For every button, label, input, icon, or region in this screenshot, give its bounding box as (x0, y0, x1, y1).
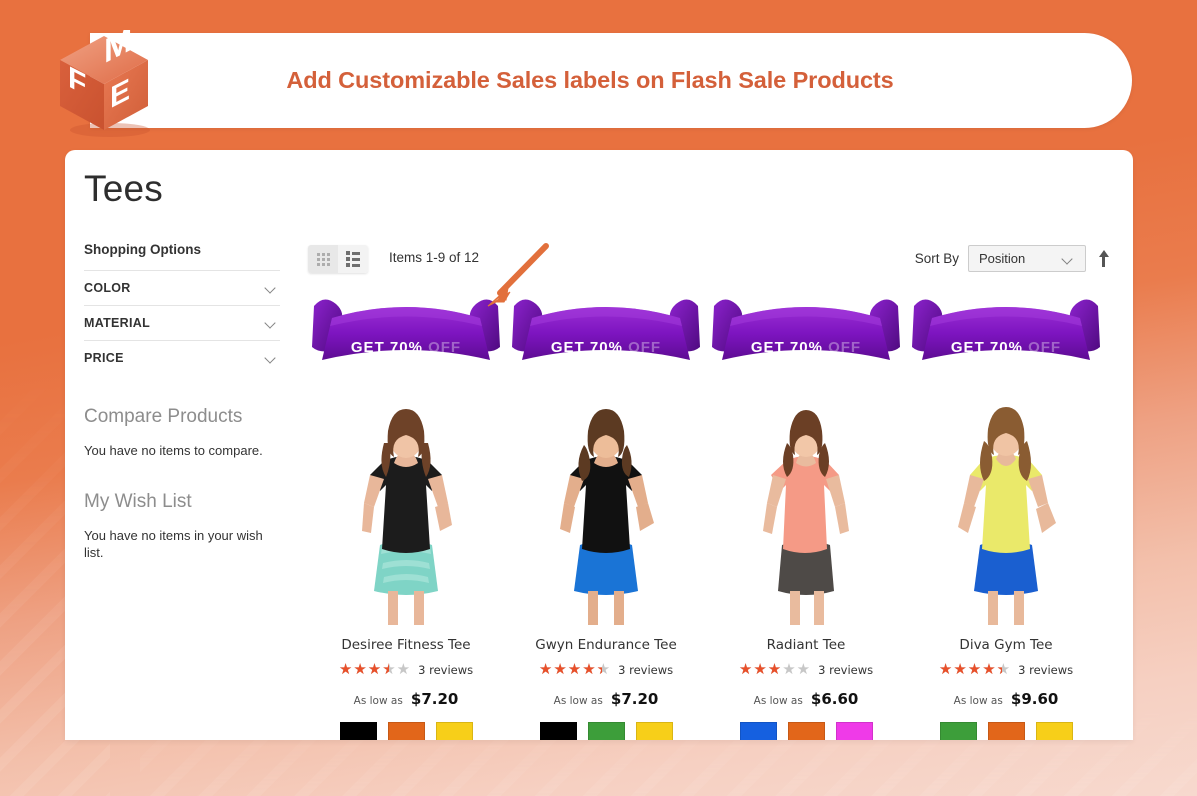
product-image[interactable] (908, 395, 1104, 625)
star-rating-icon: ★★★★★ ★★★★★ (738, 661, 812, 678)
star-rating-icon: ★★★★★ ★★★★★ (938, 661, 1012, 678)
filter-color-label: COLOR (84, 281, 131, 295)
product-rating[interactable]: ★★★★★ ★★★★★ 3 reviews (508, 662, 704, 677)
catalog-toolbar: Items 1-9 of 12 Sort By Position (308, 245, 1113, 279)
star-rating-fill: ★★★★★ (338, 662, 390, 677)
list-icon (346, 251, 360, 267)
wishlist-empty-text: You have no items in your wish list. (84, 527, 263, 561)
color-swatches (708, 722, 904, 740)
filter-price-label: PRICE (84, 351, 124, 365)
color-swatches (508, 722, 704, 740)
filter-material-label: MATERIAL (84, 316, 151, 330)
product-price-row: As low as $9.60 (908, 689, 1104, 708)
product-image[interactable] (508, 395, 704, 625)
product-card[interactable]: Desiree Fitness Tee ★★★★★ ★★★★★ 3 review… (308, 395, 504, 740)
product-card[interactable]: Radiant Tee ★★★★★ ★★★★★ 3 reviews As low… (708, 395, 904, 740)
review-count[interactable]: 3 reviews (618, 663, 673, 677)
page-title: Tees (84, 168, 163, 209)
product-price: $7.20 (610, 690, 659, 708)
sale-label-4: GET 70% OFF (908, 290, 1104, 376)
filter-color[interactable]: COLOR (84, 270, 280, 305)
star-rating-icon: ★★★★★ ★★★★★ (538, 661, 612, 678)
color-swatch[interactable] (635, 722, 673, 740)
items-count: Items 1-9 of 12 (389, 250, 480, 265)
shopping-options-heading: Shopping Options (84, 242, 201, 257)
screenshot-root: Add Customizable Sales labels on Flash S… (0, 0, 1197, 796)
color-swatches (308, 722, 504, 740)
sort-direction-button[interactable] (1095, 248, 1113, 270)
star-rating-fill: ★★★★★ (938, 662, 1003, 677)
chevron-down-icon (265, 284, 278, 292)
filter-price[interactable]: PRICE (84, 340, 280, 375)
as-low-as-label: As low as (753, 695, 803, 707)
wishlist-heading: My Wish List (84, 490, 192, 512)
product-price-row: As low as $7.20 (308, 689, 504, 708)
star-rating-icon: ★★★★★ ★★★★★ (338, 661, 412, 678)
review-count[interactable]: 3 reviews (1018, 663, 1073, 677)
svg-text:GET 70% OFF: GET 70% OFF (751, 339, 861, 356)
product-rating[interactable]: ★★★★★ ★★★★★ 3 reviews (708, 662, 904, 677)
color-swatch[interactable] (1035, 722, 1073, 740)
star-rating-fill: ★★★★★ (538, 662, 603, 677)
catalog-panel: Tees Shopping Options COLOR MATERIAL PRI… (65, 150, 1133, 740)
as-low-as-label: As low as (553, 695, 603, 707)
as-low-as-label: As low as (953, 695, 1003, 707)
product-grid: Desiree Fitness Tee ★★★★★ ★★★★★ 3 review… (308, 395, 1113, 740)
product-card[interactable]: Diva Gym Tee ★★★★★ ★★★★★ 3 reviews As lo… (908, 395, 1104, 740)
fme-logo: F M E (52, 18, 162, 142)
sale-label-3: GET 70% OFF (708, 290, 904, 376)
product-price: $6.60 (810, 690, 859, 708)
product-price-row: As low as $6.60 (708, 689, 904, 708)
chevron-down-icon (265, 354, 278, 362)
product-rating[interactable]: ★★★★★ ★★★★★ 3 reviews (908, 662, 1104, 677)
review-count[interactable]: 3 reviews (418, 663, 473, 677)
sidebar: Shopping Options COLOR MATERIAL PRICE Co… (84, 242, 280, 562)
filter-material[interactable]: MATERIAL (84, 305, 280, 340)
svg-text:GET 70% OFF: GET 70% OFF (951, 339, 1061, 356)
color-swatch[interactable] (435, 722, 473, 740)
product-image[interactable] (308, 395, 504, 625)
sale-label-row: GET 70% OFF GET 70% OFF GET 70% OFF GET … (308, 290, 1113, 380)
chevron-down-icon (1062, 255, 1075, 263)
view-mode-switcher (308, 245, 368, 273)
color-swatch[interactable] (835, 722, 873, 740)
product-price-row: As low as $7.20 (508, 689, 704, 708)
color-swatch[interactable] (339, 722, 377, 740)
color-swatch[interactable] (587, 722, 625, 740)
page-banner-title: Add Customizable Sales labels on Flash S… (286, 67, 894, 93)
color-swatch[interactable] (939, 722, 977, 740)
product-rating[interactable]: ★★★★★ ★★★★★ 3 reviews (308, 662, 504, 677)
color-swatch[interactable] (739, 722, 777, 740)
sort-controls: Sort By Position (915, 245, 1113, 272)
compare-products-heading: Compare Products (84, 406, 243, 427)
chevron-down-icon (265, 319, 278, 327)
svg-text:GET 70% OFF: GET 70% OFF (551, 339, 661, 356)
as-low-as-label: As low as (353, 695, 403, 707)
sale-label-1: GET 70% OFF (308, 290, 504, 376)
product-image[interactable] (708, 395, 904, 625)
svg-text:GET 70% OFF: GET 70% OFF (351, 339, 461, 356)
color-swatch[interactable] (387, 722, 425, 740)
product-name[interactable]: Radiant Tee (708, 637, 904, 653)
view-mode-list-button[interactable] (338, 245, 368, 273)
product-price: $9.60 (1010, 690, 1059, 708)
product-card[interactable]: Gwyn Endurance Tee ★★★★★ ★★★★★ 3 reviews… (508, 395, 704, 740)
compare-products-empty-text: You have no items to compare. (84, 443, 263, 458)
product-name[interactable]: Diva Gym Tee (908, 637, 1104, 653)
product-name[interactable]: Desiree Fitness Tee (308, 637, 504, 653)
product-price: $7.20 (410, 690, 459, 708)
color-swatch[interactable] (539, 722, 577, 740)
view-mode-grid-button[interactable] (308, 245, 338, 273)
color-swatch[interactable] (787, 722, 825, 740)
color-swatch[interactable] (987, 722, 1025, 740)
sort-by-value: Position (979, 251, 1026, 266)
sale-label-2: GET 70% OFF (508, 290, 704, 376)
star-rating-fill: ★★★★★ (738, 662, 783, 677)
grid-icon (316, 252, 330, 266)
sort-by-select[interactable]: Position (968, 245, 1086, 272)
product-name[interactable]: Gwyn Endurance Tee (508, 637, 704, 653)
sort-by-label: Sort By (914, 251, 959, 266)
review-count[interactable]: 3 reviews (818, 663, 873, 677)
color-swatches (908, 722, 1104, 740)
